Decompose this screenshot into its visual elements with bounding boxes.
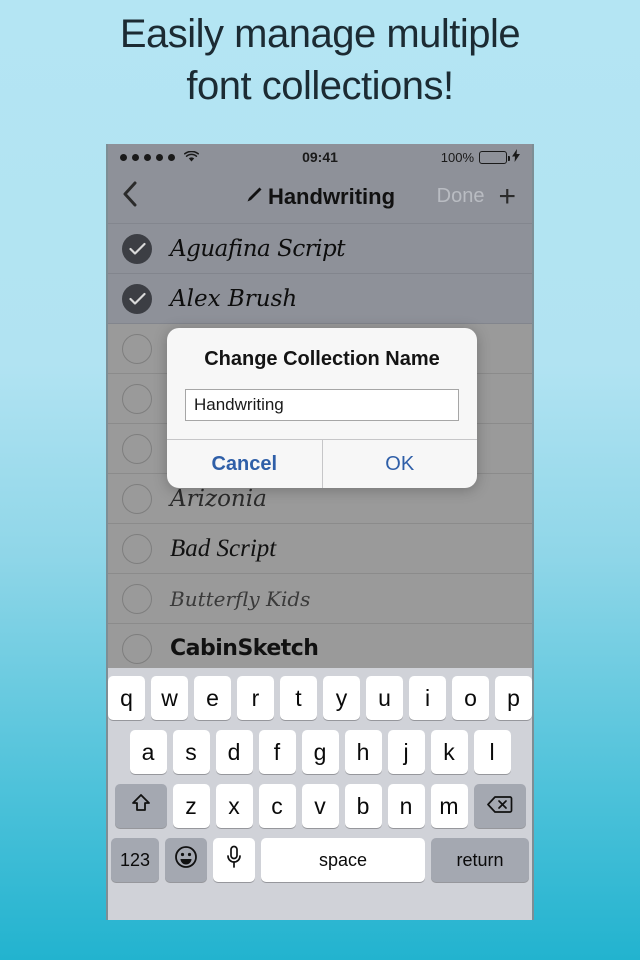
dialog-body: Change Collection Name [167,328,477,439]
done-button[interactable]: Done [437,185,485,208]
key-z[interactable]: z [172,784,210,828]
font-name-label: Alex Brush [170,285,298,312]
backspace-key[interactable] [473,784,526,828]
page-headline: Easily manage multiple font collections! [0,8,640,112]
keyboard-row-1: q w e r t y u i o p [108,676,532,720]
circle-unchecked-icon[interactable] [122,383,152,414]
numbers-key[interactable]: 123 [111,838,159,882]
key-s[interactable]: s [172,730,210,774]
key-x[interactable]: x [215,784,253,828]
table-row[interactable]: Bad Script [108,524,532,574]
table-row[interactable]: Butterfly Kids [108,574,532,624]
key-l[interactable]: l [473,730,511,774]
navigation-actions: Done + [437,181,532,212]
emoji-key[interactable] [165,838,207,882]
table-row[interactable]: Aguafina Script [108,224,532,274]
key-b[interactable]: b [344,784,382,828]
key-u[interactable]: u [366,676,403,720]
key-q[interactable]: q [108,676,145,720]
dialog-title: Change Collection Name [204,348,440,370]
return-key[interactable]: return [431,838,529,882]
space-key[interactable]: space [261,838,425,882]
shift-arrow-icon [130,792,152,820]
key-j[interactable]: j [387,730,425,774]
keyboard-row-4: 123 space return [111,838,529,882]
keyboard-row-2: a s d f g h j k l [111,730,529,774]
font-name-label: Bad Script [170,534,277,562]
checkmark-icon[interactable] [122,233,152,264]
key-e[interactable]: e [194,676,231,720]
table-row[interactable]: Alex Brush [108,274,532,324]
font-name-label: Arizonia [170,485,267,512]
key-n[interactable]: n [387,784,425,828]
circle-unchecked-icon[interactable] [122,483,152,514]
circle-unchecked-icon[interactable] [122,333,152,364]
microphone-icon [226,845,242,875]
circle-unchecked-icon[interactable] [122,583,152,614]
key-g[interactable]: g [301,730,339,774]
key-p[interactable]: p [495,676,532,720]
ok-button[interactable]: OK [323,440,478,488]
font-name-label: Butterfly Kids [170,586,311,611]
page-title-label: Handwriting [267,183,396,209]
microphone-key[interactable] [213,838,255,882]
font-name-label: Aguafina Script [170,235,346,262]
key-r[interactable]: r [237,676,274,720]
key-k[interactable]: k [430,730,468,774]
key-c[interactable]: c [258,784,296,828]
chevron-left-icon [122,181,138,212]
key-m[interactable]: m [430,784,468,828]
plus-icon[interactable]: + [498,181,516,212]
key-v[interactable]: v [301,784,339,828]
circle-unchecked-icon[interactable] [122,533,152,564]
key-w[interactable]: w [151,676,188,720]
headline-line-1: Easily manage multiple [119,12,521,56]
backspace-icon [486,793,513,820]
key-f[interactable]: f [258,730,296,774]
font-name-label: CabinSketch [170,636,319,661]
checkmark-icon[interactable] [122,283,152,314]
key-y[interactable]: y [323,676,360,720]
key-h[interactable]: h [344,730,382,774]
battery-full-icon [479,150,510,164]
key-i[interactable]: i [409,676,446,720]
cancel-button[interactable]: Cancel [167,440,323,488]
on-screen-keyboard: q w e r t y u i o p a s d f g h j k l z … [108,668,532,920]
smiley-face-icon [174,845,198,875]
phone-mockup: 09:41 100% Handwriting Done + Aguafina S… [106,144,534,920]
change-collection-name-dialog: Change Collection Name Cancel OK [167,328,477,488]
shift-key[interactable] [114,784,167,828]
status-bar: 09:41 100% [108,144,532,170]
status-bar-clock: 09:41 [302,149,338,165]
keyboard-row-3: z x c v b n m [111,784,529,828]
pencil-icon [245,184,263,210]
collection-name-input[interactable] [185,389,459,421]
navigation-bar: Handwriting Done + [108,170,532,224]
key-d[interactable]: d [215,730,253,774]
circle-unchecked-icon[interactable] [122,633,152,664]
key-a[interactable]: a [129,730,167,774]
key-t[interactable]: t [280,676,317,720]
dialog-actions: Cancel OK [167,439,477,488]
headline-line-2: font collections! [186,64,454,108]
table-row[interactable]: CabinSketch [108,624,532,674]
key-o[interactable]: o [452,676,489,720]
back-button[interactable] [108,180,154,213]
circle-unchecked-icon[interactable] [122,433,152,464]
